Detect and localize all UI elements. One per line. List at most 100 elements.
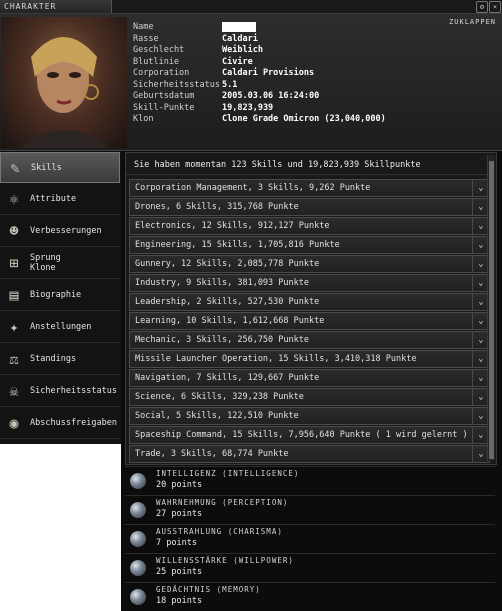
sidebar-item-5[interactable]: ✦ Anstellungen bbox=[0, 312, 120, 343]
skill-group-label: Gunnery, 12 Skills, 2,085,778 Punkte bbox=[135, 259, 320, 269]
sidebar-item-0[interactable]: ✎ Skills bbox=[0, 152, 120, 183]
skill-group-label: Electronics, 12 Skills, 912,127 Punkte bbox=[135, 221, 330, 231]
character-info: Name Rasse Caldari Geschlecht Weiblich Blutli… bbox=[133, 22, 386, 126]
sidebar-item-7[interactable]: ☠ Sicherheitsstatus bbox=[0, 376, 120, 407]
skill-group-row[interactable]: Science, 6 Skills, 329,238 Punkte ⌄ bbox=[129, 388, 490, 406]
attribute-name: WILLENSSTÄRKE (WILLPOWER) bbox=[156, 556, 294, 565]
info-row: Rasse Caldari bbox=[133, 34, 386, 46]
skill-group-row[interactable]: Navigation, 7 Skills, 129,667 Punkte ⌄ bbox=[129, 369, 490, 387]
jump-clone-icon: ⊞ bbox=[9, 254, 19, 272]
sidebar-item-label: Sprung Klone bbox=[30, 253, 61, 273]
implants-icon: ☻ bbox=[9, 222, 19, 240]
skill-group-label: Social, 5 Skills, 122,510 Punkte bbox=[135, 411, 299, 421]
sidebar-item-label: Skills bbox=[31, 162, 62, 173]
sidebar-item-4[interactable]: ▤ Biographie bbox=[0, 280, 120, 311]
info-row: Geburtsdatum 2005.03.06 16:24:00 bbox=[133, 91, 386, 103]
info-key: Name bbox=[133, 22, 154, 32]
info-value bbox=[222, 22, 256, 32]
skill-group-label: Learning, 10 Skills, 1,612,668 Punkte bbox=[135, 316, 325, 326]
info-key: Corporation bbox=[133, 68, 190, 78]
skills-panel: Sie haben momentan 123 Skills und 19,823… bbox=[125, 152, 497, 465]
skill-group-row[interactable]: Learning, 10 Skills, 1,612,668 Punkte ⌄ bbox=[129, 312, 490, 330]
settings-icon[interactable]: ⚙ bbox=[476, 1, 488, 13]
info-value: Caldari Provisions bbox=[222, 68, 315, 78]
info-row: Name bbox=[133, 22, 386, 34]
sidebar-item-1[interactable]: ⚛ Attribute bbox=[0, 184, 120, 215]
attribute-item: INTELLIGENZ (INTELLIGENCE) 20 points bbox=[125, 466, 495, 495]
skills-icon: ✎ bbox=[10, 158, 20, 177]
attribute-icon bbox=[130, 502, 146, 518]
info-value: 5.1 bbox=[222, 79, 238, 90]
attribute-points: 18 points bbox=[156, 596, 203, 606]
character-header: ZUKLAPPEN Name Rasse Caldari Geschlecht Weib… bbox=[0, 14, 502, 151]
sidebar-item-2[interactable]: ☻ Verbesserungen bbox=[0, 216, 120, 247]
close-icon[interactable]: × bbox=[489, 1, 501, 13]
sidebar-item-label: Biographie bbox=[30, 290, 82, 300]
info-row: Blutlinie Civire bbox=[133, 57, 386, 69]
attribute-name: INTELLIGENZ (INTELLIGENCE) bbox=[156, 469, 300, 478]
skill-group-label: Missile Launcher Operation, 15 Skills, 3… bbox=[135, 354, 417, 364]
info-row: Geschlecht Weiblich bbox=[133, 45, 386, 57]
attribute-item: WILLENSSTÄRKE (WILLPOWER) 25 points bbox=[125, 553, 495, 582]
window-tab-title[interactable]: CHARAKTER ÜBERSICHT bbox=[0, 0, 112, 24]
attribute-points: 27 points bbox=[156, 509, 203, 519]
info-key: Klon bbox=[133, 114, 154, 124]
biography-icon: ▤ bbox=[9, 286, 19, 304]
skill-group-row[interactable]: Leadership, 2 Skills, 527,530 Punkte ⌄ bbox=[129, 293, 490, 311]
info-key: Blutlinie bbox=[133, 56, 180, 67]
skill-group-label: Industry, 9 Skills, 381,093 Punkte bbox=[135, 278, 309, 288]
info-value: 2005.03.06 16:24:00 bbox=[222, 91, 320, 101]
sidebar-item-label: Sicherheitsstatus bbox=[30, 386, 117, 396]
sidebar-item-8[interactable]: ◉ Abschussfreigaben bbox=[0, 408, 120, 439]
info-key: Geschlecht bbox=[133, 45, 185, 55]
skill-group-row[interactable]: Drones, 6 Skills, 315,768 Punkte ⌄ bbox=[129, 198, 490, 216]
skill-group-row[interactable]: Industry, 9 Skills, 381,093 Punkte ⌄ bbox=[129, 274, 490, 292]
info-row: Sicherheitsstatus 5.1 bbox=[133, 80, 386, 92]
scrollbar-thumb[interactable] bbox=[489, 161, 494, 459]
attribute-points: 25 points bbox=[156, 567, 203, 577]
info-row: Corporation Caldari Provisions bbox=[133, 68, 386, 80]
sidebar-item-label: Attribute bbox=[30, 194, 77, 204]
skill-group-row[interactable]: Social, 5 Skills, 122,510 Punkte ⌄ bbox=[129, 407, 490, 425]
empty-area bbox=[0, 444, 121, 611]
skill-group-label: Science, 6 Skills, 329,238 Punkte bbox=[135, 392, 304, 402]
skill-group-row[interactable]: Mechanic, 3 Skills, 256,750 Punkte ⌄ bbox=[129, 331, 490, 349]
skill-group-row[interactable]: Engineering, 15 Skills, 1,705,816 Punkte… bbox=[129, 236, 490, 254]
attribute-icon bbox=[130, 589, 146, 605]
attribute-name: WAHRNEHMUNG (PERCEPTION) bbox=[156, 498, 289, 507]
info-row: Klon Clone Grade Omicron (23,040,000) bbox=[133, 114, 386, 126]
skill-group-row[interactable]: Corporation Management, 3 Skills, 9,262 … bbox=[129, 179, 490, 197]
info-value: Clone Grade Omicron (23,040,000) bbox=[222, 114, 386, 124]
attribute-icon bbox=[130, 531, 146, 547]
skill-group-label: Drones, 6 Skills, 315,768 Punkte bbox=[135, 202, 299, 212]
sidebar: ✎ Skills ⚛ Attribute ☻ Verbesserungen ⊞ Sprung … bbox=[0, 152, 121, 444]
attribute-item: WAHRNEHMUNG (PERCEPTION) 27 points bbox=[125, 495, 495, 524]
character-portrait bbox=[1, 17, 127, 148]
skill-group-label: Leadership, 2 Skills, 527,530 Punkte bbox=[135, 297, 320, 307]
employment-icon: ✦ bbox=[9, 318, 19, 336]
info-key: Skill-Punkte bbox=[133, 102, 195, 113]
info-key: Sicherheitsstatus bbox=[133, 79, 220, 90]
sidebar-item-label: Abschussfreigaben bbox=[30, 418, 117, 428]
collapse-button[interactable]: ZUKLAPPEN bbox=[449, 18, 496, 26]
skill-group-label: Mechanic, 3 Skills, 256,750 Punkte bbox=[135, 335, 309, 345]
info-value: Civire bbox=[222, 56, 253, 67]
standings-icon: ⚖ bbox=[9, 350, 19, 368]
info-value: 19,823,939 bbox=[222, 102, 274, 113]
attributes-icon: ⚛ bbox=[9, 190, 19, 208]
attribute-name: GEDÄCHTNIS (MEMORY) bbox=[156, 585, 261, 594]
info-value: Weiblich bbox=[222, 45, 263, 55]
skill-group-row[interactable]: Spaceship Command, 15 Skills, 7,956,640 … bbox=[129, 426, 490, 444]
sidebar-item-label: Verbesserungen bbox=[30, 226, 102, 236]
sidebar-item-6[interactable]: ⚖ Standings bbox=[0, 344, 120, 375]
scrollbar[interactable] bbox=[487, 155, 495, 461]
info-row: Skill-Punkte 19,823,939 bbox=[133, 103, 386, 115]
title-bar: CHARAKTER ÜBERSICHT ⚙ × bbox=[0, 0, 502, 24]
info-key: Rasse bbox=[133, 33, 159, 44]
skill-group-row[interactable]: Missile Launcher Operation, 15 Skills, 3… bbox=[129, 350, 490, 368]
skill-group-row[interactable]: Gunnery, 12 Skills, 2,085,778 Punkte ⌄ bbox=[129, 255, 490, 273]
sidebar-item-3[interactable]: ⊞ Sprung Klone bbox=[0, 248, 120, 279]
skill-group-row[interactable]: Trade, 3 Skills, 68,774 Punkte ⌄ bbox=[129, 445, 490, 463]
skill-group-row[interactable]: Electronics, 12 Skills, 912,127 Punkte ⌄ bbox=[129, 217, 490, 235]
attribute-points: 20 points bbox=[156, 480, 203, 490]
